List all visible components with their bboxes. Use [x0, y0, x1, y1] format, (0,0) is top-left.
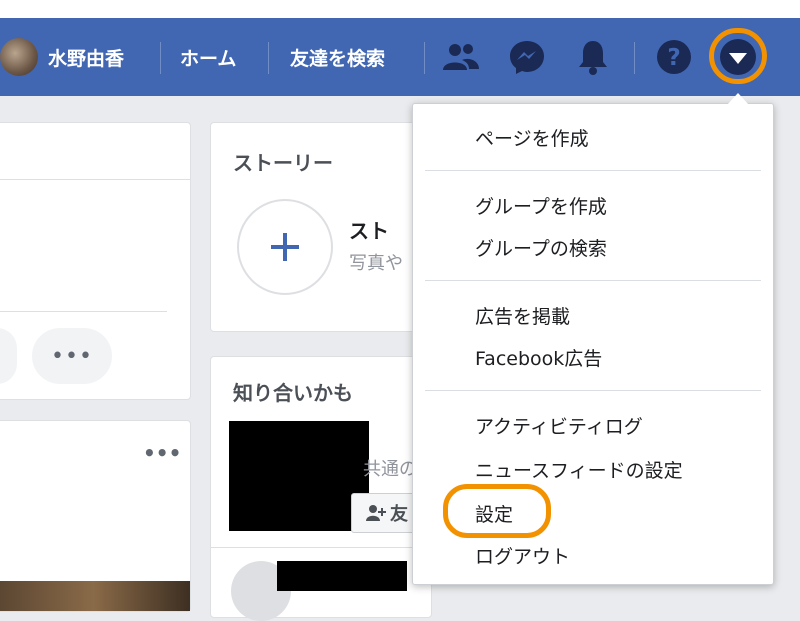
- add-friend-label: 友: [390, 504, 408, 525]
- find-friends-link[interactable]: 友達を検索: [290, 18, 385, 96]
- avatar[interactable]: [0, 38, 38, 76]
- nav-divider: [268, 42, 269, 74]
- stories-card: ストーリー スト 写真や: [210, 122, 432, 332]
- menu-separator: [425, 170, 761, 171]
- menu-item-find-groups[interactable]: グループの検索: [475, 234, 607, 261]
- post-image: [0, 581, 190, 611]
- create-story-title[interactable]: スト: [349, 215, 389, 244]
- profile-name-link[interactable]: 水野由香: [48, 18, 124, 96]
- card-divider: [0, 179, 190, 180]
- friends-icon[interactable]: [441, 36, 481, 78]
- composer-card: •••: [0, 122, 191, 400]
- post-card: •••: [0, 420, 191, 612]
- menu-item-advertise[interactable]: 広告を掲載: [475, 302, 570, 329]
- pymk-title: 知り合いかも: [233, 381, 353, 405]
- menu-item-create-page[interactable]: ページを作成: [475, 124, 589, 151]
- people-you-may-know-card: 知り合いかも 共通の 友: [210, 356, 432, 621]
- composer-option-button[interactable]: [0, 328, 17, 384]
- menu-item-logout[interactable]: ログアウト: [475, 542, 570, 569]
- card-divider: [0, 311, 167, 312]
- add-friend-button[interactable]: 友: [351, 493, 421, 533]
- nav-divider: [160, 42, 161, 74]
- mutual-friends-text: 共通の: [363, 459, 417, 480]
- more-dots-icon: •••: [51, 343, 93, 369]
- help-icon[interactable]: ?: [654, 36, 694, 78]
- top-margin: [0, 0, 800, 18]
- menu-item-facebook-ads[interactable]: Facebook広告: [475, 344, 602, 371]
- post-options-icon[interactable]: •••: [143, 441, 181, 465]
- stories-title: ストーリー: [233, 151, 333, 175]
- svg-text:?: ?: [667, 45, 680, 71]
- add-friend-icon: [366, 505, 386, 521]
- chevron-down-icon[interactable]: [718, 36, 758, 78]
- bell-icon[interactable]: [573, 36, 613, 78]
- nav-divider: [424, 42, 425, 74]
- more-options-button[interactable]: •••: [32, 328, 112, 384]
- account-dropdown-menu: ページを作成 グループを作成 グループの検索 広告を掲載 Facebook広告 …: [412, 93, 774, 585]
- add-story-button[interactable]: [237, 199, 333, 295]
- messenger-icon[interactable]: [507, 36, 547, 78]
- create-story-subtitle: 写真や: [349, 253, 403, 274]
- menu-item-news-feed-preferences[interactable]: ニュースフィードの設定: [475, 456, 683, 483]
- menu-separator: [425, 390, 761, 391]
- card-divider: [211, 547, 431, 548]
- menu-item-activity-log[interactable]: アクティビティログ: [475, 412, 643, 439]
- menu-caret: [727, 93, 749, 105]
- menu-separator: [425, 280, 761, 281]
- highlight-ring-settings: [443, 484, 551, 538]
- home-link[interactable]: ホーム: [180, 18, 236, 96]
- redacted-name: [277, 561, 407, 591]
- redacted-profile-photo: [229, 421, 369, 531]
- nav-divider: [634, 42, 635, 74]
- plus-icon: [271, 233, 299, 261]
- menu-item-create-group[interactable]: グループを作成: [475, 192, 607, 219]
